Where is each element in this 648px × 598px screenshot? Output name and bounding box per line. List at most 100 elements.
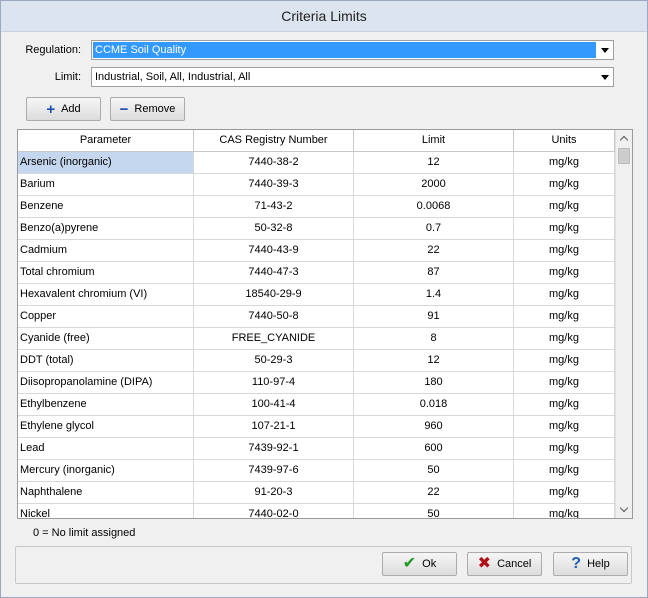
limit-cell[interactable]: 91 <box>354 306 514 327</box>
units-cell[interactable]: mg/kg <box>514 328 615 349</box>
limit-cell[interactable]: 2000 <box>354 174 514 195</box>
remove-button[interactable]: − Remove <box>110 97 185 121</box>
table-scrollbar[interactable] <box>615 130 632 518</box>
column-header-parameter[interactable]: Parameter <box>18 130 194 151</box>
column-header-limit[interactable]: Limit <box>354 130 514 151</box>
table-row[interactable]: Lead 7439-92-1 600 mg/kg <box>18 438 615 460</box>
table-row[interactable]: Cyanide (free) FREE_CYANIDE 8 mg/kg <box>18 328 615 350</box>
column-header-units[interactable]: Units <box>514 130 615 151</box>
help-button[interactable]: ? Help <box>553 552 628 576</box>
limit-cell[interactable]: 180 <box>354 372 514 393</box>
parameter-cell[interactable]: Benzene <box>18 196 194 217</box>
scroll-down-icon[interactable] <box>616 501 632 518</box>
parameter-cell[interactable]: Ethylbenzene <box>18 394 194 415</box>
units-cell[interactable]: mg/kg <box>514 350 615 371</box>
table-row[interactable]: Mercury (inorganic) 7439-97-6 50 mg/kg <box>18 460 615 482</box>
limit-cell[interactable]: 12 <box>354 350 514 371</box>
cas-cell[interactable]: 7439-97-6 <box>194 460 354 481</box>
cas-cell[interactable]: 100-41-4 <box>194 394 354 415</box>
limit-dropdown[interactable]: Industrial, Soil, All, Industrial, All <box>91 67 614 87</box>
cas-cell[interactable]: FREE_CYANIDE <box>194 328 354 349</box>
cas-cell[interactable]: 50-29-3 <box>194 350 354 371</box>
cancel-button[interactable]: ✖ Cancel <box>467 552 542 576</box>
parameter-cell[interactable]: Copper <box>18 306 194 327</box>
limit-dropdown-arrow-icon[interactable] <box>597 69 612 85</box>
units-cell[interactable]: mg/kg <box>514 174 615 195</box>
units-cell[interactable]: mg/kg <box>514 218 615 239</box>
cas-cell[interactable]: 7440-39-3 <box>194 174 354 195</box>
scroll-thumb[interactable] <box>618 148 630 164</box>
scroll-up-icon[interactable] <box>616 130 632 147</box>
parameter-cell[interactable]: Cyanide (free) <box>18 328 194 349</box>
table-row[interactable]: Benzene 71-43-2 0.0068 mg/kg <box>18 196 615 218</box>
parameter-cell[interactable]: Cadmium <box>18 240 194 261</box>
ok-button[interactable]: ✔ Ok <box>382 552 457 576</box>
cas-cell[interactable]: 107-21-1 <box>194 416 354 437</box>
table-row[interactable]: Ethylene glycol 107-21-1 960 mg/kg <box>18 416 615 438</box>
table-row[interactable]: Total chromium 7440-47-3 87 mg/kg <box>18 262 615 284</box>
limit-cell[interactable]: 50 <box>354 460 514 481</box>
units-cell[interactable]: mg/kg <box>514 152 615 173</box>
units-cell[interactable]: mg/kg <box>514 284 615 305</box>
limit-cell[interactable]: 1.4 <box>354 284 514 305</box>
table-row[interactable]: Cadmium 7440-43-9 22 mg/kg <box>18 240 615 262</box>
units-cell[interactable]: mg/kg <box>514 438 615 459</box>
limit-cell[interactable]: 8 <box>354 328 514 349</box>
units-cell[interactable]: mg/kg <box>514 262 615 283</box>
parameter-cell[interactable]: Arsenic (inorganic) <box>18 152 194 173</box>
table-row[interactable]: Diisopropanolamine (DIPA) 110-97-4 180 mg/k… <box>18 372 615 394</box>
units-cell[interactable]: mg/kg <box>514 240 615 261</box>
table-row[interactable]: Nickel 7440-02-0 50 mg/kg <box>18 504 615 518</box>
parameter-cell[interactable]: Lead <box>18 438 194 459</box>
parameter-cell[interactable]: Naphthalene <box>18 482 194 503</box>
units-cell[interactable]: mg/kg <box>514 460 615 481</box>
add-button[interactable]: + Add <box>26 97 101 121</box>
cas-cell[interactable]: 50-32-8 <box>194 218 354 239</box>
table-row[interactable]: Benzo(a)pyrene 50-32-8 0.7 mg/kg <box>18 218 615 240</box>
parameter-cell[interactable]: Hexavalent chromium (VI) <box>18 284 194 305</box>
cas-cell[interactable]: 7440-47-3 <box>194 262 354 283</box>
table-row[interactable]: Ethylbenzene 100-41-4 0.018 mg/kg <box>18 394 615 416</box>
column-header-cas[interactable]: CAS Registry Number <box>194 130 354 151</box>
parameter-cell[interactable]: Total chromium <box>18 262 194 283</box>
cas-cell[interactable]: 7440-43-9 <box>194 240 354 261</box>
limit-cell[interactable]: 12 <box>354 152 514 173</box>
units-cell[interactable]: mg/kg <box>514 504 615 518</box>
cas-cell[interactable]: 110-97-4 <box>194 372 354 393</box>
limit-cell[interactable]: 87 <box>354 262 514 283</box>
units-cell[interactable]: mg/kg <box>514 394 615 415</box>
regulation-dropdown-arrow-icon[interactable] <box>597 42 612 58</box>
limit-cell[interactable]: 0.7 <box>354 218 514 239</box>
units-cell[interactable]: mg/kg <box>514 372 615 393</box>
table-row[interactable]: DDT (total) 50-29-3 12 mg/kg <box>18 350 615 372</box>
table-row[interactable]: Copper 7440-50-8 91 mg/kg <box>18 306 615 328</box>
table-row[interactable]: Hexavalent chromium (VI) 18540-29-9 1.4 mg/… <box>18 284 615 306</box>
parameter-cell[interactable]: Benzo(a)pyrene <box>18 218 194 239</box>
cas-cell[interactable]: 7440-38-2 <box>194 152 354 173</box>
parameter-cell[interactable]: DDT (total) <box>18 350 194 371</box>
units-cell[interactable]: mg/kg <box>514 482 615 503</box>
cas-cell[interactable]: 91-20-3 <box>194 482 354 503</box>
parameter-cell[interactable]: Diisopropanolamine (DIPA) <box>18 372 194 393</box>
limit-cell[interactable]: 22 <box>354 482 514 503</box>
table-row[interactable]: Arsenic (inorganic) 7440-38-2 12 mg/kg <box>18 152 615 174</box>
cas-cell[interactable]: 7440-02-0 <box>194 504 354 518</box>
units-cell[interactable]: mg/kg <box>514 416 615 437</box>
limit-cell[interactable]: 50 <box>354 504 514 518</box>
parameter-cell[interactable]: Ethylene glycol <box>18 416 194 437</box>
cas-cell[interactable]: 18540-29-9 <box>194 284 354 305</box>
units-cell[interactable]: mg/kg <box>514 196 615 217</box>
units-cell[interactable]: mg/kg <box>514 306 615 327</box>
regulation-dropdown[interactable]: CCME Soil Quality <box>91 40 614 60</box>
parameter-cell[interactable]: Nickel <box>18 504 194 518</box>
cas-cell[interactable]: 7439-92-1 <box>194 438 354 459</box>
parameter-cell[interactable]: Barium <box>18 174 194 195</box>
limit-cell[interactable]: 22 <box>354 240 514 261</box>
limit-cell[interactable]: 960 <box>354 416 514 437</box>
limit-cell[interactable]: 0.018 <box>354 394 514 415</box>
cas-cell[interactable]: 7440-50-8 <box>194 306 354 327</box>
parameter-cell[interactable]: Mercury (inorganic) <box>18 460 194 481</box>
table-row[interactable]: Naphthalene 91-20-3 22 mg/kg <box>18 482 615 504</box>
limit-cell[interactable]: 600 <box>354 438 514 459</box>
cas-cell[interactable]: 71-43-2 <box>194 196 354 217</box>
